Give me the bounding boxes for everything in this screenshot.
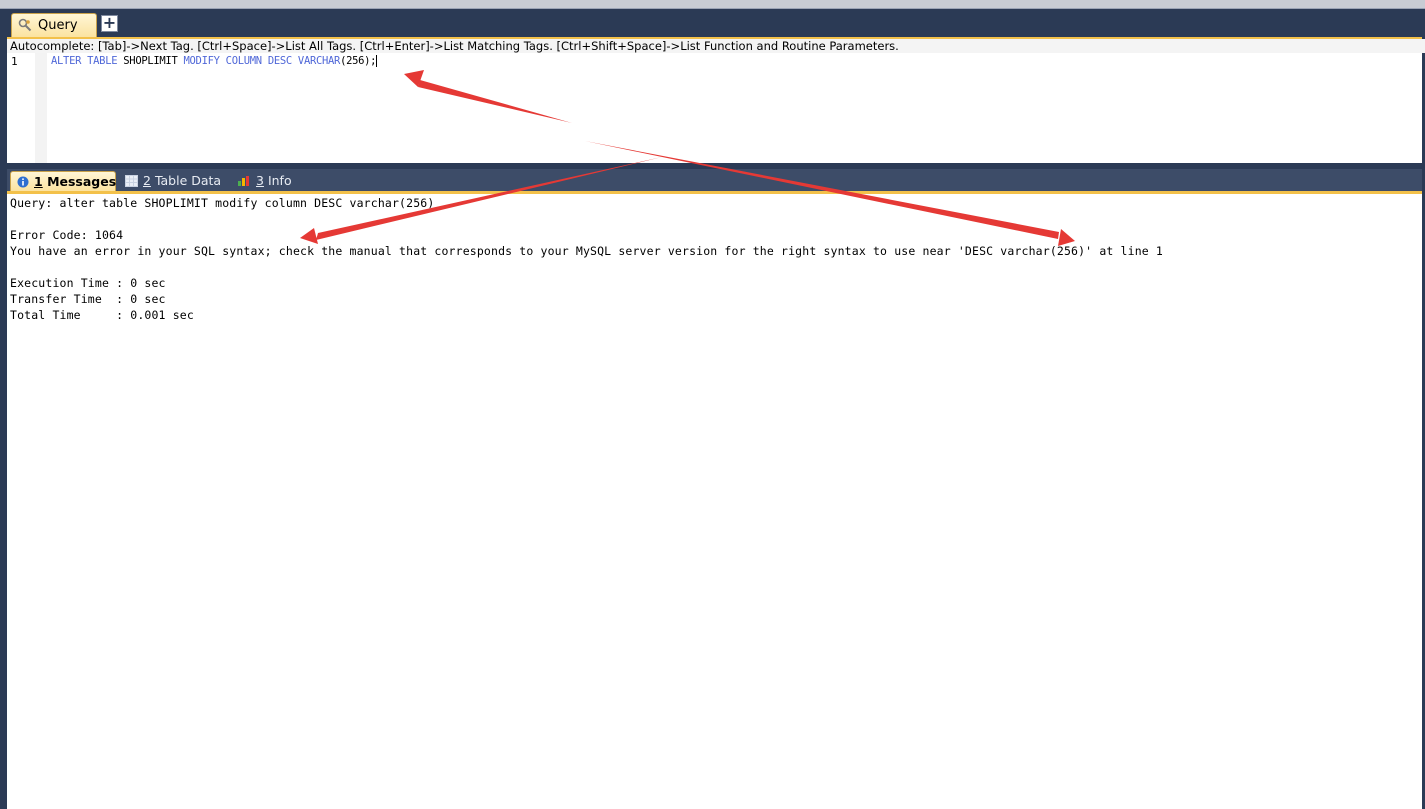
error-code-line: Error Code: 1064 [10,228,124,242]
tab-table-data[interactable]: 2 Table Data [119,171,229,191]
query-wrench-icon [18,18,32,32]
query-tab[interactable]: Query [11,13,97,37]
keyword-alter-table: ALTER TABLE [51,55,118,67]
tab-messages[interactable]: 1 Messages [10,171,116,191]
add-tab-button[interactable]: + [101,15,118,32]
tab-messages-label: Messages [47,174,117,189]
execution-time-line: Execution Time : 0 sec [10,276,166,290]
autocomplete-hint: Autocomplete: [Tab]->Next Tag. [Ctrl+Spa… [7,39,1425,53]
total-time-line: Total Time : 0.001 sec [10,308,194,322]
query-line: Query: alter table SHOPLIMIT modify colu… [10,196,435,210]
error-message-line: You have an error in your SQL syntax; ch… [10,244,1163,258]
window-top-strip [0,0,1425,9]
code-line[interactable]: ALTER TABLE SHOPLIMIT MODIFY COLUMN DESC… [51,55,378,67]
transfer-time-line: Transfer Time : 0 sec [10,292,166,306]
info-icon [17,176,29,187]
tab-table-data-label: Table Data [154,173,222,188]
query-tab-label: Query [38,18,78,33]
left-frame [0,9,7,809]
table-grid-icon [125,174,138,187]
tab-info-number: 3 [256,173,264,188]
tab-info-label: Info [267,173,292,188]
messages-output[interactable]: Query: alter table SHOPLIMIT modify colu… [7,194,1422,809]
info-chart-icon [238,175,249,186]
result-tab-bar: 1 Messages 2 Table Data 3 Info [7,169,1422,194]
query-tab-bar: Query + [7,9,1422,40]
line-number-gutter: 1 [7,53,35,163]
tab-info[interactable]: 3 Info [231,171,301,191]
tab-messages-number: 1 [34,174,43,189]
text-caret [376,55,378,67]
fold-margin [35,53,47,163]
line-number: 1 [11,55,18,68]
sql-editor[interactable]: 1 ALTER TABLE SHOPLIMIT MODIFY COLUMN DE… [7,53,1422,163]
args-token: (256); [340,55,377,67]
tab-table-data-number: 2 [143,173,151,188]
table-name-token: SHOPLIMIT [123,55,178,67]
keyword-modify-column: MODIFY COLUMN DESC VARCHAR [183,55,341,67]
